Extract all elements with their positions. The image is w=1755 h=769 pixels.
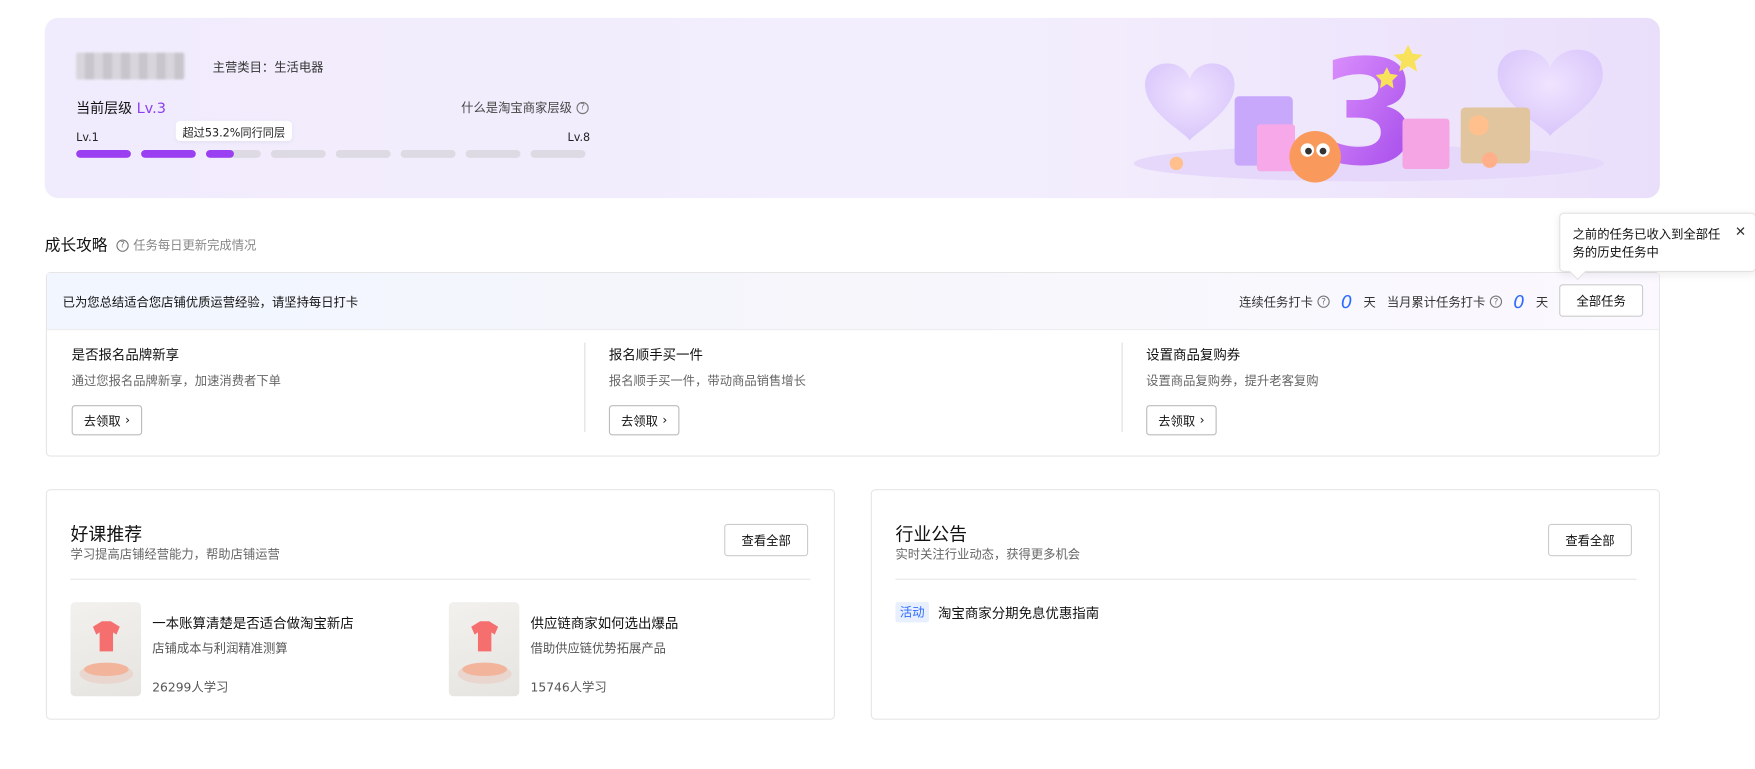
current-level-label: 当前层级 <box>76 99 133 117</box>
course-card-title: 好课推荐 <box>70 523 143 546</box>
what-is-level-text[interactable]: 什么是淘宝商家层级 <box>461 98 572 116</box>
popover-text: 之前的任务已收入到全部任务的历史任务中 <box>1572 227 1721 260</box>
main-category: 主营类目：生活电器 <box>212 60 324 75</box>
course-thumbnail[interactable] <box>70 602 142 697</box>
view-all-news-button[interactable]: 查看全部 <box>1547 523 1632 557</box>
level-progress-segment <box>205 149 261 158</box>
divider <box>895 578 1637 580</box>
help-icon[interactable]: ? <box>116 238 129 252</box>
help-icon[interactable]: ? <box>1317 295 1330 308</box>
view-all-courses-button[interactable]: 查看全部 <box>724 523 809 557</box>
month-stat: 当月累计任务打卡 ? 0 天 <box>1387 291 1548 312</box>
course-name[interactable]: 一本账算清楚是否适合做淘宝新店 <box>152 613 353 632</box>
level-progress-segment <box>270 149 326 158</box>
help-icon[interactable]: ? <box>1489 295 1503 308</box>
industry-news-card: 行业公告 实时关注行业动态，获得更多机会 查看全部 活动 淘宝商家分期免息优惠指… <box>870 489 1660 720</box>
news-card-title: 行业公告 <box>895 523 968 546</box>
claim-button[interactable]: 去领取 › <box>71 405 143 436</box>
level-progress-fill <box>76 149 131 158</box>
course-item[interactable]: 供应链商家如何选出爆品 借助供应链优势拓展产品 15746人学习 <box>448 602 679 697</box>
course-card: 好课推荐 学习提高店铺经营能力，帮助店铺运营 查看全部 一本账算清楚是否适合做淘… <box>45 489 835 720</box>
course-learners: 26299人学习 <box>152 680 229 696</box>
divider <box>584 342 586 433</box>
level-3-illustration: 3 <box>1133 29 1604 198</box>
shop-name-blurred <box>76 52 185 80</box>
task-panel: 已为您总结适合您店铺优质运营经验，请坚持每日打卡 连续任务打卡 ? 0 天 当月… <box>45 271 1660 457</box>
news-tag: 活动 <box>895 602 930 623</box>
task-title: 设置商品复购券 <box>1146 346 1241 363</box>
close-icon[interactable]: ✕ <box>1735 223 1746 241</box>
chevron-right-icon[interactable]: › <box>125 413 130 428</box>
all-tasks-button[interactable]: 全部任务 <box>1559 284 1644 317</box>
month-label: 当月累计任务打卡 <box>1386 294 1486 310</box>
level-max-label: Lv.8 <box>567 132 591 145</box>
course-desc: 店铺成本与利润精准测算 <box>152 641 288 656</box>
chevron-right-icon[interactable]: › <box>662 413 667 428</box>
level-progress-segment <box>465 149 521 158</box>
task-desc: 报名顺手买一件，带动商品销售增长 <box>608 373 806 389</box>
level-min-label: Lv.1 <box>76 132 99 145</box>
what-is-level-link[interactable]: 什么是淘宝商家层级 ? <box>461 98 589 116</box>
course-name[interactable]: 供应链商家如何选出爆品 <box>531 613 679 632</box>
divider <box>1121 342 1123 433</box>
claim-label[interactable]: 去领取 <box>621 411 658 429</box>
task-desc: 设置商品复购券，提升老客复购 <box>1146 373 1319 389</box>
level-progress-segment <box>335 149 391 158</box>
task-title: 是否报名品牌新享 <box>71 346 180 363</box>
current-level: 当前层级 Lv.3 <box>76 96 167 118</box>
streak-value: 0 <box>1340 291 1353 313</box>
growth-subtitle: ? 任务每日更新完成情况 <box>116 236 256 254</box>
task-hint: 已为您总结适合您店铺优质运营经验，请坚持每日打卡 <box>62 295 359 311</box>
level-banner: 主营类目：生活电器 当前层级 Lv.3 什么是淘宝商家层级 ? 超过53.2%同行… <box>44 17 1660 199</box>
claim-label[interactable]: 去领取 <box>84 411 121 429</box>
month-value: 0 <box>1513 291 1525 313</box>
month-unit: 天 <box>1535 294 1549 310</box>
help-icon[interactable]: ? <box>576 101 589 114</box>
growth-title: 成长攻略 <box>44 237 108 256</box>
task-item: 设置商品复购券 设置商品复购券，提升老客复购 去领取 › <box>1146 345 1638 436</box>
level-progress-bar <box>76 149 586 158</box>
progress-tooltip: 超过53.2%同行同层 <box>175 120 292 142</box>
level-progress-segment <box>400 149 456 158</box>
claim-button[interactable]: 去领取 › <box>1146 405 1217 436</box>
task-item: 是否报名品牌新享 通过您报名品牌新享，加速消费者下单 去领取 › <box>71 345 564 436</box>
news-item[interactable]: 活动 淘宝商家分期免息优惠指南 <box>895 602 1099 623</box>
level-progress-fill <box>141 149 196 158</box>
task-panel-header: 已为您总结适合您店铺优质运营经验，请坚持每日打卡 连续任务打卡 ? 0 天 当月… <box>47 273 1659 331</box>
level-progress-fill <box>205 149 234 158</box>
task-title: 报名顺手买一件 <box>608 346 703 363</box>
course-thumbnail[interactable] <box>448 602 520 697</box>
current-level-value: Lv.3 <box>136 100 167 118</box>
chevron-right-icon[interactable]: › <box>1200 413 1205 428</box>
news-title[interactable]: 淘宝商家分期免息优惠指南 <box>938 603 1099 622</box>
streak-unit: 天 <box>1363 294 1376 310</box>
course-card-subtitle: 学习提高店铺经营能力，帮助店铺运营 <box>70 547 280 562</box>
task-desc: 通过您报名品牌新享，加速消费者下单 <box>71 373 281 389</box>
claim-label[interactable]: 去领取 <box>1158 411 1195 429</box>
level-progress-segment <box>76 149 131 158</box>
claim-button[interactable]: 去领取 › <box>608 405 680 436</box>
growth-subtitle-text: 任务每日更新完成情况 <box>133 238 257 253</box>
news-card-subtitle: 实时关注行业动态，获得更多机会 <box>895 547 1081 562</box>
level-progress-segment <box>141 149 196 158</box>
course-learners: 15746人学习 <box>530 680 607 696</box>
course-desc: 借助供应链优势拓展产品 <box>530 641 666 656</box>
task-history-popover: 之前的任务已收入到全部任务的历史任务中 ✕ <box>1559 212 1755 272</box>
divider <box>70 578 811 580</box>
course-item[interactable]: 一本账算清楚是否适合做淘宝新店 店铺成本与利润精准测算 26299人学习 <box>70 602 354 697</box>
streak-stat: 连续任务打卡 ? 0 天 <box>1239 291 1376 312</box>
growth-section-header: 成长攻略 ? 任务每日更新完成情况 <box>45 234 257 256</box>
task-item: 报名顺手买一件 报名顺手买一件，带动商品销售增长 去领取 › <box>608 345 1101 436</box>
level-progress-segment <box>530 149 586 158</box>
streak-label: 连续任务打卡 <box>1239 294 1313 310</box>
